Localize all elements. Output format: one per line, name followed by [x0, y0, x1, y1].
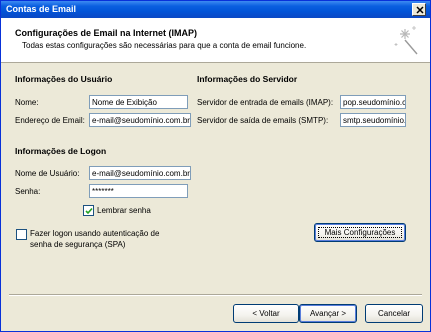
outgoing-server-field[interactable]: smtp.seudomínio. — [340, 113, 406, 127]
divider — [9, 294, 422, 296]
password-field[interactable]: ******* — [89, 184, 188, 198]
incoming-server-field[interactable]: pop.seudomínio.c — [340, 95, 406, 109]
cancel-button[interactable]: Cancelar — [365, 304, 423, 323]
dialog-window: Contas de Email Configurações de Email n… — [0, 0, 431, 332]
username-field[interactable]: e-mail@seudomínio.com.br — [89, 166, 191, 180]
next-button[interactable]: Avançar > — [299, 304, 357, 323]
back-label: < Voltar — [252, 309, 280, 318]
wizard-header: Configurações de Email na Internet (IMAP… — [1, 18, 430, 63]
username-label: Nome de Usuário: — [15, 169, 80, 178]
next-label: Avançar > — [309, 309, 347, 318]
close-button[interactable] — [412, 3, 426, 16]
focus-rect — [318, 227, 402, 238]
close-icon — [416, 6, 424, 14]
email-field[interactable]: e-mail@seudomínio.com.br — [89, 113, 191, 127]
password-label: Senha: — [15, 187, 41, 196]
logon-info-heading: Informações de Logon — [15, 146, 107, 156]
page-subtitle: Todas estas configurações são necessária… — [22, 41, 307, 50]
incoming-server-label: Servidor de entrada de emails (IMAP): — [197, 98, 334, 107]
spa-label-line1: Fazer logon usando autenticação de — [30, 229, 160, 238]
outgoing-server-label: Servidor de saída de emails (SMTP): — [197, 116, 329, 125]
remember-password-checkbox[interactable] — [83, 205, 94, 216]
server-info-heading: Informações do Servidor — [197, 74, 298, 84]
cancel-label: Cancelar — [377, 309, 410, 318]
spa-label-line2: senha de segurança (SPA) — [30, 240, 126, 249]
checkmark-icon — [85, 207, 93, 215]
name-label: Nome: — [15, 98, 39, 107]
remember-password-label: Lembrar senha — [97, 206, 151, 215]
title-bar[interactable]: Contas de Email — [1, 1, 430, 18]
name-field[interactable]: Nome de Exibição — [89, 95, 188, 109]
more-settings-button[interactable]: Mais Configurações — [314, 223, 406, 242]
window-title: Contas de Email — [6, 4, 77, 14]
email-label: Endereço de Email: — [15, 116, 85, 125]
user-info-heading: Informações do Usuário — [15, 74, 113, 84]
back-button[interactable]: < Voltar — [233, 304, 299, 323]
page-title: Configurações de Email na Internet (IMAP… — [15, 28, 198, 38]
spa-checkbox[interactable] — [16, 229, 27, 240]
sparkle-icon — [394, 26, 418, 55]
